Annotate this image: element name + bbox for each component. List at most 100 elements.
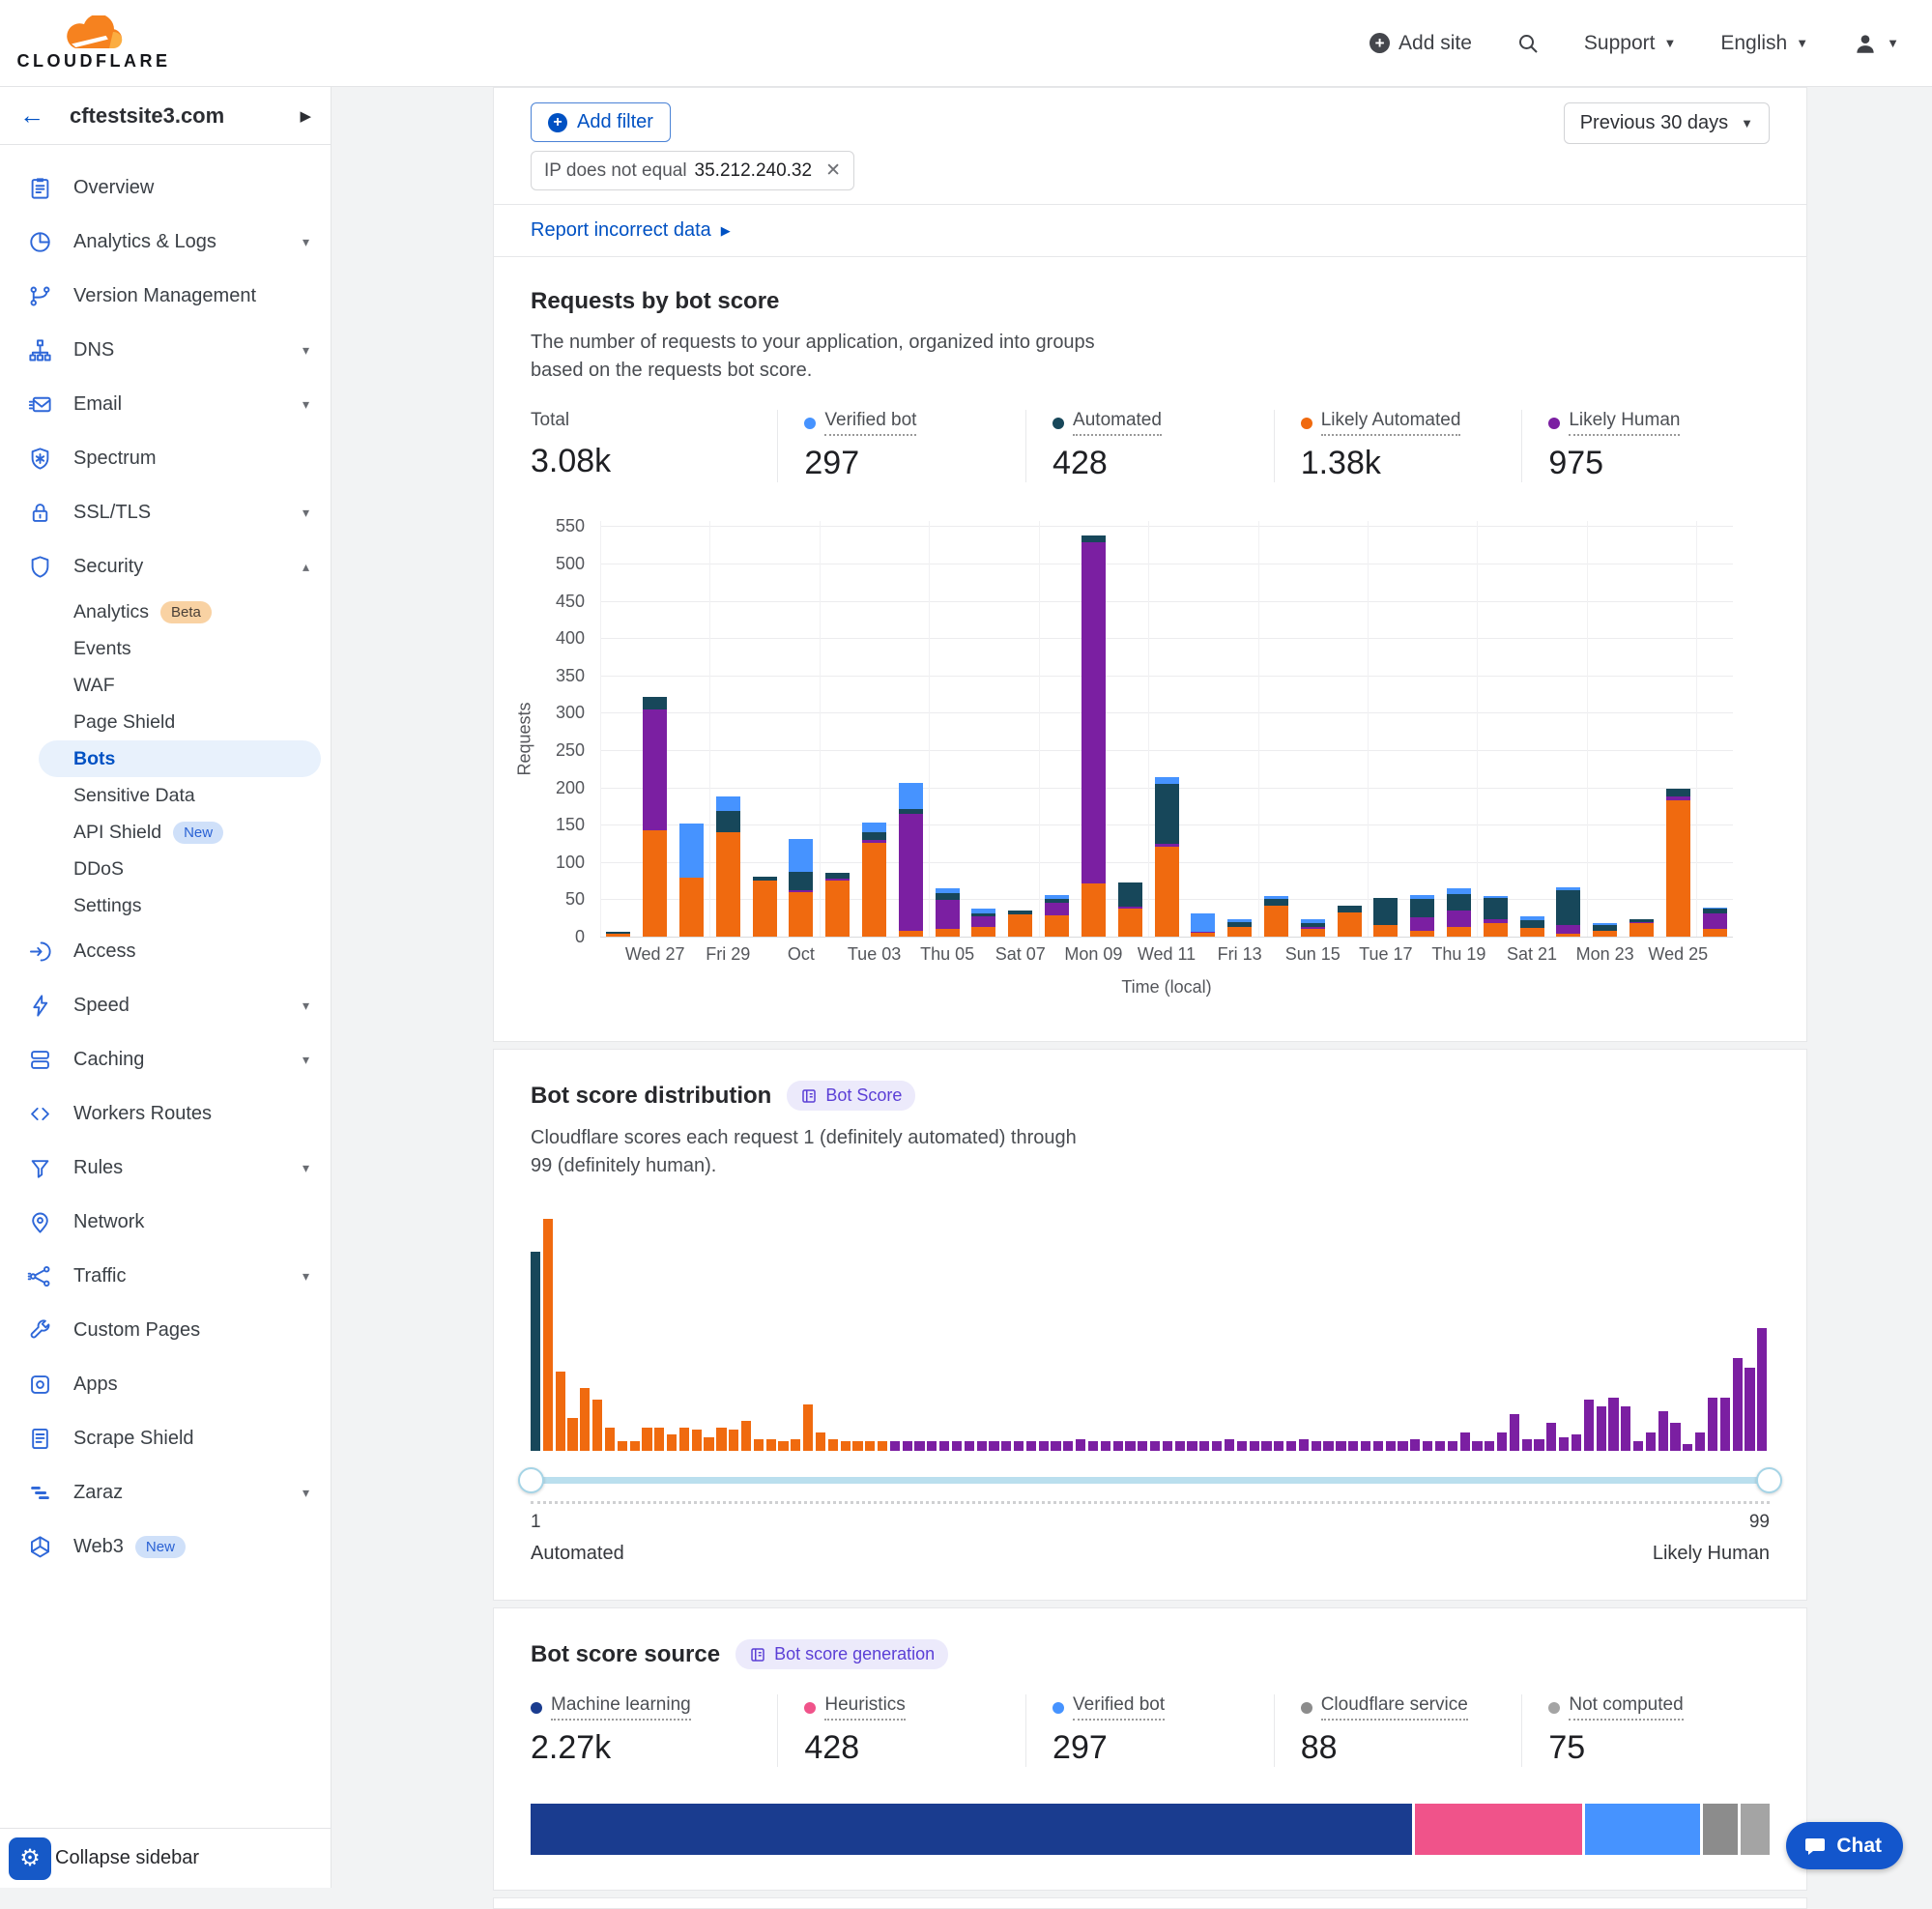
plus-icon: + — [548, 113, 567, 132]
support-menu[interactable]: Support ▼ — [1584, 32, 1676, 55]
stat-value: 297 — [804, 445, 1016, 482]
sidebar-item-waf[interactable]: WAF — [0, 667, 331, 704]
sidebar-item-traffic[interactable]: Traffic▾ — [0, 1249, 331, 1303]
histogram-bar — [1683, 1444, 1692, 1451]
histogram-bar — [1163, 1441, 1172, 1451]
bar-segment-likely-automated — [1410, 931, 1434, 937]
slider-handle-min[interactable] — [518, 1467, 544, 1493]
sidebar-item-caching[interactable]: Caching▾ — [0, 1032, 331, 1086]
histogram-bar — [939, 1441, 949, 1451]
sidebar-item-access[interactable]: Access — [0, 924, 331, 978]
language-menu[interactable]: English ▼ — [1720, 32, 1808, 55]
gridline — [709, 521, 710, 937]
sidebar-item-speed[interactable]: Speed▾ — [0, 978, 331, 1032]
gridline — [1368, 521, 1369, 937]
sidebar-item-custom-pages[interactable]: Custom Pages — [0, 1303, 331, 1357]
bot-score-generation-badge[interactable]: Bot score generation — [735, 1639, 948, 1669]
sidebar-item-ssl-tls[interactable]: SSL/TLS▾ — [0, 485, 331, 539]
plus-icon: + — [1370, 33, 1390, 53]
search-button[interactable] — [1516, 32, 1540, 55]
report-incorrect-data-link[interactable]: Report incorrect data ▶ — [531, 219, 731, 242]
cloudflare-logo[interactable]: CLOUDFLARE — [21, 15, 166, 72]
sidebar-item-ddos[interactable]: DDoS — [0, 851, 331, 887]
back-arrow-icon[interactable]: ← — [19, 101, 44, 130]
sidebar-item-rules[interactable]: Rules▾ — [0, 1141, 331, 1195]
settings-gear-button[interactable]: ⚙ — [9, 1837, 51, 1880]
section-title: Bot score source — [531, 1641, 720, 1668]
bot-score-source-card: Bot score source Bot score generation Ma… — [493, 1607, 1807, 1891]
bar-segment-likely-automated — [716, 832, 740, 937]
account-menu[interactable]: ▼ — [1853, 31, 1899, 56]
stat-label[interactable]: Likely Automated — [1321, 410, 1461, 436]
histogram-bar — [1757, 1328, 1767, 1451]
date-range-dropdown[interactable]: Previous 30 days ▼ — [1564, 102, 1770, 144]
stacked-bar — [1081, 535, 1106, 937]
sidebar-item-analytics[interactable]: AnalyticsBeta — [0, 593, 331, 630]
stat-label[interactable]: Machine learning — [551, 1694, 691, 1721]
sidebar-item-web3[interactable]: Web3New — [0, 1519, 331, 1574]
stat-label: Total — [531, 410, 569, 434]
stacked-bar — [1045, 895, 1069, 937]
sidebar-item-spectrum[interactable]: Spectrum — [0, 431, 331, 485]
stat-label[interactable]: Likely Human — [1569, 410, 1680, 436]
sidebar-item-overview[interactable]: Overview — [0, 160, 331, 215]
histogram-bar — [729, 1430, 738, 1451]
collapse-sidebar-button[interactable]: Collapse sidebar — [55, 1847, 199, 1869]
sidebar-item-analytics-logs[interactable]: Analytics & Logs▾ — [0, 215, 331, 269]
stat-label[interactable]: Not computed — [1569, 1694, 1683, 1721]
sidebar-item-dns[interactable]: DNS▾ — [0, 323, 331, 377]
sidebar-item-email[interactable]: Email▾ — [0, 377, 331, 431]
add-site-button[interactable]: + Add site — [1370, 32, 1472, 55]
add-filter-button[interactable]: + Add filter — [531, 102, 671, 142]
bar-segment-likely-human — [971, 916, 995, 927]
report-row: Report incorrect data ▶ — [494, 205, 1806, 256]
site-switcher[interactable]: ← cftestsite3.com ▶ — [0, 87, 331, 145]
stacked-bar — [789, 839, 813, 937]
histogram-bar — [890, 1441, 900, 1451]
sidebar-item-sensitive-data[interactable]: Sensitive Data — [0, 777, 331, 814]
remove-filter-icon[interactable]: ✕ — [825, 159, 841, 182]
chevron-right-icon[interactable]: ▶ — [300, 107, 311, 125]
slider-handle-max[interactable] — [1756, 1467, 1782, 1493]
sidebar-item-page-shield[interactable]: Page Shield — [0, 704, 331, 740]
slider-right-caption: Likely Human — [1653, 1543, 1770, 1565]
filter-chip[interactable]: IP does not equal 35.212.240.32 ✕ — [531, 151, 854, 190]
bar-segment-verified-bot — [1191, 913, 1215, 932]
sidebar-item-bots[interactable]: Bots — [39, 740, 321, 777]
add-filter-label: Add filter — [577, 111, 653, 133]
bar-segment-automated — [789, 872, 813, 890]
bar-segment-automated — [1484, 898, 1508, 919]
stat-label[interactable]: Automated — [1073, 410, 1162, 436]
sidebar-item-events[interactable]: Events — [0, 630, 331, 667]
stat-label[interactable]: Heuristics — [824, 1694, 905, 1721]
stat-label[interactable]: Verified bot — [824, 410, 916, 436]
chevron-down-icon: ▾ — [303, 342, 309, 359]
cloudflare-cloud-icon — [64, 15, 124, 50]
gridline — [820, 521, 821, 937]
stat-label[interactable]: Cloudflare service — [1321, 1694, 1468, 1721]
sidebar-item-label: API Shield — [73, 822, 161, 844]
sidebar-item-label: Version Management — [73, 285, 256, 307]
stacked-bar — [1703, 908, 1727, 937]
next-card-edge — [493, 1897, 1807, 1909]
chat-icon — [1803, 1835, 1827, 1858]
chat-button[interactable]: Chat — [1786, 1822, 1903, 1869]
histogram-bar — [580, 1388, 590, 1451]
sidebar-item-network[interactable]: Network — [0, 1195, 331, 1249]
sidebar-item-label: Caching — [73, 1049, 144, 1071]
stat-label[interactable]: Verified bot — [1073, 1694, 1165, 1721]
bot-score-badge[interactable]: Bot Score — [787, 1081, 915, 1111]
sidebar-item-apps[interactable]: Apps — [0, 1357, 331, 1411]
sidebar-item-api-shield[interactable]: API ShieldNew — [0, 814, 331, 851]
source-stats-row: Machine learning2.27kHeuristics428Verifi… — [531, 1694, 1770, 1767]
sidebar-item-workers-routes[interactable]: Workers Routes — [0, 1086, 331, 1141]
sidebar-item-zaraz[interactable]: Zaraz▾ — [0, 1465, 331, 1519]
slider-track[interactable] — [531, 1477, 1770, 1484]
bar-segment-automated — [1373, 898, 1398, 925]
histogram-bar — [1101, 1441, 1110, 1451]
sidebar-item-version-management[interactable]: Version Management — [0, 269, 331, 323]
gridline — [1258, 521, 1259, 937]
sidebar-item-settings[interactable]: Settings — [0, 887, 331, 924]
sidebar-item-security[interactable]: Security▴ — [0, 539, 331, 593]
sidebar-item-scrape-shield[interactable]: Scrape Shield — [0, 1411, 331, 1465]
